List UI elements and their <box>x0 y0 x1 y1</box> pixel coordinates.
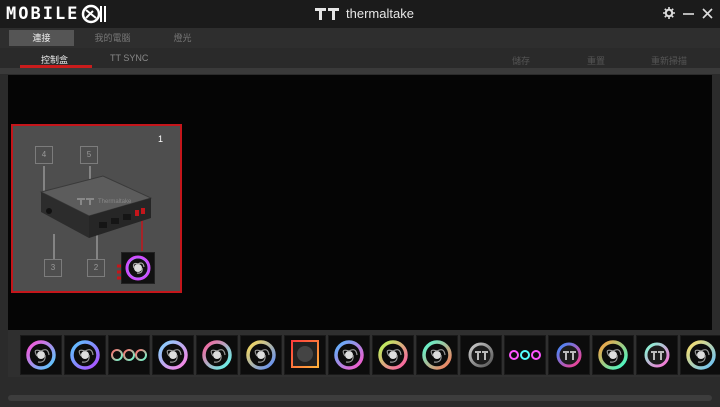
tt-logo-icon <box>315 7 339 20</box>
minimize-icon <box>682 12 694 15</box>
rgb-strip-icon <box>509 350 541 360</box>
fan-ring-icon <box>202 340 232 370</box>
fan-ring-icon <box>686 340 716 370</box>
fan-ring-icon <box>246 340 276 370</box>
thermaltake-logo: thermaltake <box>314 6 414 21</box>
fan-ring-icon <box>158 340 188 370</box>
controller-number: 1 <box>157 134 163 144</box>
device-thumbnail[interactable] <box>504 335 546 375</box>
fan-ring-icon <box>70 340 100 370</box>
port-2[interactable]: 2 <box>87 259 105 277</box>
app-title: thermaltake <box>346 6 414 21</box>
separator <box>0 68 720 74</box>
title-bar: MOBILE thermaltake <box>0 0 720 28</box>
fan-ring-icon <box>334 340 364 370</box>
brand-text: MOBILE <box>6 4 80 24</box>
tab-my-pc[interactable]: 我的電腦 <box>80 30 145 46</box>
tab-tt-sync[interactable]: TT SYNC <box>110 53 148 63</box>
tray-scrollbar[interactable] <box>8 395 712 401</box>
port-4[interactable]: 4 <box>35 146 53 164</box>
rgb-fan-icon <box>125 255 151 281</box>
triple-fan-icon <box>111 349 147 361</box>
controller-card[interactable]: Thermaltake 1 4 5 3 2 <box>11 124 182 293</box>
device-thumbnail[interactable] <box>460 335 502 375</box>
device-thumbnail[interactable] <box>680 335 720 375</box>
fan-ring-icon <box>598 340 628 370</box>
footer <box>0 377 720 407</box>
window-controls <box>662 5 714 21</box>
square-fan-icon <box>291 340 319 368</box>
device-tray <box>8 330 720 377</box>
water-block-icon <box>644 342 670 368</box>
rescan-button[interactable]: 重新掃描 <box>651 54 687 67</box>
mobile01-logo: MOBILE <box>6 3 111 25</box>
main-nav: 連接 我的電腦 燈光 <box>0 28 720 48</box>
save-button[interactable]: 儲存 <box>512 54 530 67</box>
fan-ring-icon <box>26 340 56 370</box>
device-thumbnail[interactable] <box>152 335 194 375</box>
fan-ring-icon <box>422 340 452 370</box>
connected-fan[interactable] <box>121 252 155 284</box>
gear-icon <box>663 7 675 19</box>
port-5[interactable]: 5 <box>80 146 98 164</box>
settings-button[interactable] <box>662 5 676 21</box>
device-thumbnail[interactable] <box>416 335 458 375</box>
device-thumbnail[interactable] <box>240 335 282 375</box>
device-thumbnail[interactable] <box>372 335 414 375</box>
device-thumbnail[interactable] <box>64 335 106 375</box>
device-thumbnail[interactable] <box>592 335 634 375</box>
device-brand-label: Thermaltake <box>98 199 132 205</box>
port-3[interactable]: 3 <box>44 259 62 277</box>
reset-button[interactable]: 重置 <box>587 54 605 67</box>
device-thumbnail[interactable] <box>328 335 370 375</box>
tab-connection[interactable]: 連接 <box>9 30 74 46</box>
minimize-button[interactable] <box>681 5 695 21</box>
owl-logo-icon <box>82 4 107 24</box>
water-block-icon <box>556 342 582 368</box>
device-thumbnail[interactable] <box>108 335 150 375</box>
pump-icon <box>468 342 494 368</box>
sub-nav: 控制盒 TT SYNC 儲存 重置 重新掃描 <box>0 48 720 68</box>
device-thumbnail[interactable] <box>196 335 238 375</box>
device-thumbnail[interactable] <box>636 335 678 375</box>
fan-ring-icon <box>378 340 408 370</box>
device-thumbnail[interactable] <box>284 335 326 375</box>
close-icon <box>701 7 713 19</box>
device-thumbnail[interactable] <box>548 335 590 375</box>
device-thumbnail[interactable] <box>20 335 62 375</box>
tab-lighting[interactable]: 燈光 <box>150 30 215 46</box>
close-button[interactable] <box>700 5 714 21</box>
